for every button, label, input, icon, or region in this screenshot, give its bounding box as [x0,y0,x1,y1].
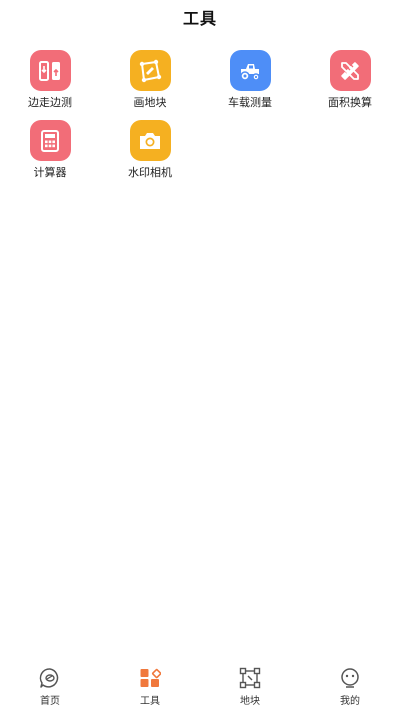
home-icon [39,667,61,689]
nav-label: 首页 [40,696,60,707]
tool-watermark-camera[interactable]: 水印相机 [100,118,200,188]
plot-icon [239,667,261,689]
nav-label: 地块 [240,696,260,707]
draw-plot-icon [129,50,171,91]
tool-label: 水印相机 [128,166,172,179]
tool-vehicle-measure[interactable]: 车载测量 [200,48,300,118]
nav-item-home[interactable]: 首页 [0,663,100,711]
tractor-icon [229,50,271,91]
nav-item-tools[interactable]: 工具 [100,663,200,711]
page-title: 工具 [182,9,217,28]
tool-draw-plot[interactable]: 画地块 [100,48,200,118]
tool-grid: 边走边测 画地块 车载测量 面积换算 计算器 水印相机 [0,48,400,188]
nav-label: 我的 [340,696,360,707]
tools-icon [139,667,161,689]
walk-measure-icon [29,50,71,91]
tool-label: 计算器 [33,166,67,179]
tool-calculator[interactable]: 计算器 [0,118,100,188]
ruler-pencil-icon [329,50,371,91]
camera-icon [129,120,171,161]
tool-label: 画地块 [133,96,167,109]
header: 工具 [0,0,400,34]
nav-item-plot[interactable]: 地块 [200,663,300,711]
tool-walk-measure[interactable]: 边走边测 [0,48,100,118]
profile-icon [339,667,361,689]
calculator-icon [29,120,71,161]
tool-label: 边走边测 [28,96,72,109]
bottom-nav: 首页 工具 地块 我的 [0,663,400,711]
tool-label: 车载测量 [228,96,272,109]
nav-label: 工具 [140,696,160,707]
tool-area-convert[interactable]: 面积换算 [300,48,400,118]
nav-item-profile[interactable]: 我的 [300,663,400,711]
tool-label: 面积换算 [328,96,372,109]
